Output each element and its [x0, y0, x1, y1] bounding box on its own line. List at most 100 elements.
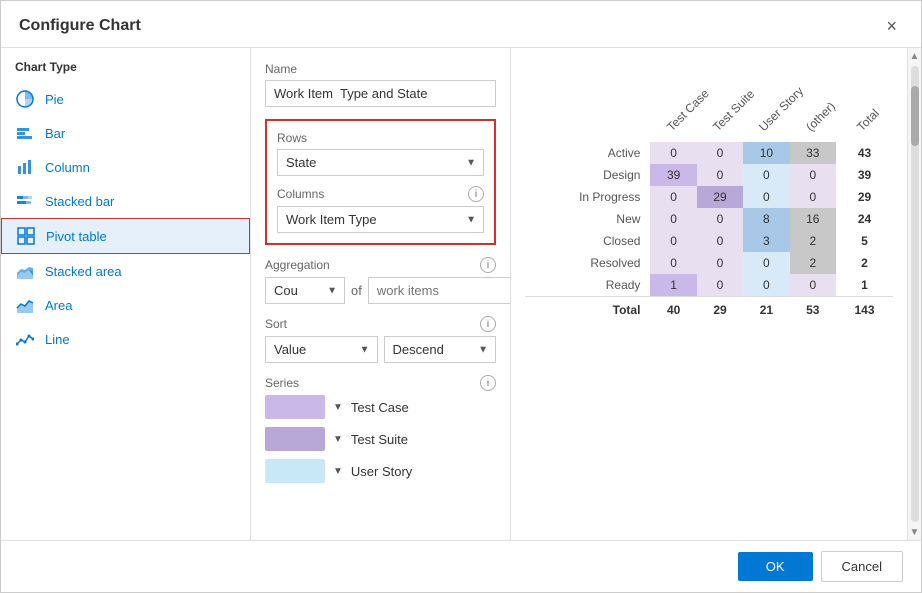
total-row-label: Total: [525, 297, 650, 322]
rows-select-wrapper: State Work Item Type ▼: [277, 149, 484, 176]
cell-3-0: 0: [650, 208, 696, 230]
series-item-1: ▼ Test Suite: [265, 427, 496, 451]
cell-6-3: 0: [790, 274, 836, 297]
pivot-chart-panel: Test CaseTest SuiteUser Story(other)Tota…: [511, 48, 907, 540]
aggregation-of-input[interactable]: [368, 277, 511, 304]
sort-info-icon: i: [480, 316, 496, 332]
bar-icon: [15, 123, 35, 143]
series-label: Series: [265, 376, 474, 390]
cell-3-3: 16: [790, 208, 836, 230]
pivot-col-header-0: Test Case: [650, 62, 696, 142]
series-row-header: Series i: [265, 375, 496, 391]
chart-item-line[interactable]: Line: [1, 322, 250, 356]
stacked-bar-label: Stacked bar: [45, 194, 114, 209]
cell-2-1: 29: [697, 186, 743, 208]
series-item-2: ▼ User Story: [265, 459, 496, 483]
cell-3-4: 24: [836, 208, 893, 230]
cell-4-3: 2: [790, 230, 836, 252]
bar-label: Bar: [45, 126, 65, 141]
row-label-2: In Progress: [525, 186, 650, 208]
cell-5-4: 2: [836, 252, 893, 274]
total-cell-1: 29: [697, 297, 743, 322]
row-label-3: New: [525, 208, 650, 230]
cell-1-1: 0: [697, 164, 743, 186]
aggregation-select-wrapper: Cou Sum Avg ▼: [265, 277, 345, 304]
table-row: Ready10001: [525, 274, 893, 297]
aggregation-select[interactable]: Cou Sum Avg: [265, 277, 345, 304]
chart-item-bar[interactable]: Bar: [1, 116, 250, 150]
cell-0-1: 0: [697, 142, 743, 164]
dialog-title: Configure Chart: [19, 17, 141, 35]
sort-value-wrapper: Value Label ▼: [265, 336, 378, 363]
cell-2-4: 29: [836, 186, 893, 208]
cell-1-0: 39: [650, 164, 696, 186]
area-icon: [15, 295, 35, 315]
cancel-button[interactable]: Cancel: [821, 551, 903, 582]
total-cell-4: 143: [836, 297, 893, 322]
sort-row-header: Sort i: [265, 316, 496, 332]
chart-item-stacked-area[interactable]: Stacked area: [1, 254, 250, 288]
pivot-col-header-1: Test Suite: [697, 62, 743, 142]
cell-1-4: 39: [836, 164, 893, 186]
table-row: Design3900039: [525, 164, 893, 186]
cell-3-1: 0: [697, 208, 743, 230]
series-item-0: ▼ Test Case: [265, 395, 496, 419]
aggregation-label: Aggregation: [265, 258, 474, 272]
sort-row: Value Label ▼ Descend Ascend ▼: [265, 336, 496, 363]
cell-2-3: 0: [790, 186, 836, 208]
cell-6-4: 1: [836, 274, 893, 297]
chart-item-area[interactable]: Area: [1, 288, 250, 322]
total-cell-3: 53: [790, 297, 836, 322]
cell-5-3: 2: [790, 252, 836, 274]
series-chevron-1[interactable]: ▼: [333, 434, 343, 445]
name-label: Name: [265, 62, 496, 76]
chart-item-pie[interactable]: Pie: [1, 82, 250, 116]
total-row: Total40292153143: [525, 297, 893, 322]
table-row: Active00103343: [525, 142, 893, 164]
series-chevron-2[interactable]: ▼: [333, 466, 343, 477]
series-color-2: [265, 459, 325, 483]
line-icon: [15, 329, 35, 349]
rows-select[interactable]: State Work Item Type: [277, 149, 484, 176]
columns-info-icon: i: [468, 186, 484, 202]
sort-direction-wrapper: Descend Ascend ▼: [384, 336, 497, 363]
pie-icon: [15, 89, 35, 109]
cell-4-0: 0: [650, 230, 696, 252]
sort-value-select[interactable]: Value Label: [265, 336, 378, 363]
ok-button[interactable]: OK: [738, 552, 813, 581]
cell-2-0: 0: [650, 186, 696, 208]
pie-label: Pie: [45, 92, 64, 107]
cell-5-2: 0: [743, 252, 789, 274]
dialog-footer: OK Cancel: [1, 540, 921, 592]
cell-6-2: 0: [743, 274, 789, 297]
columns-select-wrapper: Work Item Type State ▼: [277, 206, 484, 233]
sort-direction-select[interactable]: Descend Ascend: [384, 336, 497, 363]
scroll-down-arrow[interactable]: ▼: [909, 526, 921, 538]
series-chevron-0[interactable]: ▼: [333, 402, 343, 413]
name-input[interactable]: [265, 80, 496, 107]
dialog-body: Chart Type Pie: [1, 48, 921, 540]
column-label: Column: [45, 160, 90, 175]
close-button[interactable]: ×: [880, 15, 903, 37]
pivot-table: Test CaseTest SuiteUser Story(other)Tota…: [525, 62, 893, 321]
series-name-2: User Story: [351, 464, 412, 479]
series-name-1: Test Suite: [351, 432, 408, 447]
cell-4-2: 3: [743, 230, 789, 252]
scroll-track[interactable]: [911, 66, 919, 522]
cell-5-1: 0: [697, 252, 743, 274]
stacked-bar-icon: [15, 191, 35, 211]
chart-item-stacked-bar[interactable]: Stacked bar: [1, 184, 250, 218]
pivot-icon: [16, 226, 36, 246]
series-color-1: [265, 427, 325, 451]
pivot-col-header-4: Total: [836, 62, 893, 142]
dialog-header: Configure Chart ×: [1, 1, 921, 48]
cell-3-2: 8: [743, 208, 789, 230]
cell-4-1: 0: [697, 230, 743, 252]
columns-select[interactable]: Work Item Type State: [277, 206, 484, 233]
chart-item-column[interactable]: Column: [1, 150, 250, 184]
chart-item-pivot-table[interactable]: Pivot table: [1, 218, 250, 254]
pivot-table-label: Pivot table: [46, 229, 107, 244]
scroll-up-arrow[interactable]: ▲: [909, 50, 921, 62]
columns-label: Columns: [277, 187, 462, 201]
total-cell-2: 21: [743, 297, 789, 322]
